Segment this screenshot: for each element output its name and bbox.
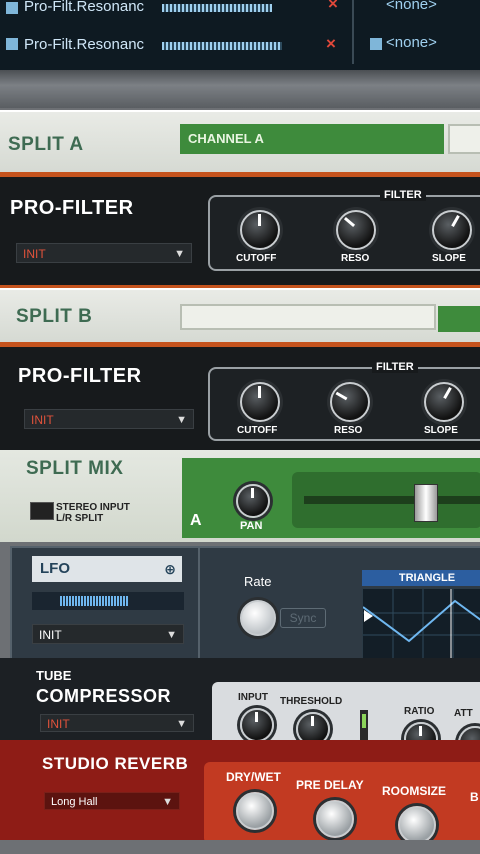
split-mix-title: SPLIT MIX (26, 458, 124, 479)
preset-name: INIT (39, 628, 62, 642)
knob-label: SLOPE (432, 253, 466, 264)
cutoff-knob[interactable] (240, 210, 280, 250)
attack-label: ATT (454, 708, 473, 719)
dry-wet-label: DRY/WET (226, 770, 281, 784)
pan-label: PAN (240, 520, 263, 532)
rack-bottom (0, 840, 480, 854)
sync-button[interactable]: Sync (280, 608, 326, 628)
pre-delay-knob[interactable] (316, 800, 354, 838)
pan-knob[interactable] (236, 484, 270, 518)
waveform-label: TRIANGLE (362, 570, 480, 586)
slope-knob[interactable] (432, 210, 472, 250)
input-knob[interactable] (240, 708, 274, 742)
knob-label: RESO (341, 253, 370, 264)
roomsize-label: ROOMSIZE (382, 784, 447, 798)
reverb-title: STUDIO REVERB (42, 754, 189, 773)
amount-slider[interactable] (162, 42, 282, 50)
dropdown-arrow-icon: ▼ (162, 796, 173, 808)
target-select[interactable]: <none> (386, 34, 437, 51)
pro-filter-panel: PRO-FILTER INIT ▼ FILTER CUTOFF RESO SLO… (0, 172, 480, 290)
waveform-display (362, 588, 480, 660)
divider (198, 548, 200, 660)
ratio-label: RATIO (404, 706, 435, 717)
input-label: INPUT (238, 692, 268, 703)
channel-b-bar[interactable] (438, 306, 480, 332)
remove-icon[interactable]: × (328, 0, 338, 14)
mapping-row[interactable]: Pro-Filt.Resonanc × <none> (0, 32, 480, 56)
checkbox[interactable] (6, 38, 18, 50)
slider-fill (60, 596, 128, 606)
remove-icon[interactable]: × (326, 34, 336, 54)
mix-slider-groove (304, 496, 480, 504)
rate-knob[interactable] (240, 600, 276, 636)
play-icon[interactable] (364, 610, 373, 622)
roomsize-knob[interactable] (398, 806, 436, 844)
compressor-title-1: TUBE (36, 668, 72, 683)
split-a-panel: SPLIT A CHANNEL A (0, 110, 480, 174)
checkbox[interactable] (6, 2, 18, 14)
stereo-split-toggle[interactable] (30, 502, 54, 520)
split-b-title: SPLIT B (16, 306, 93, 327)
filter-section-label: FILTER (372, 361, 418, 373)
cutoff-knob[interactable] (240, 382, 280, 422)
pro-filter-title: PRO-FILTER (10, 197, 134, 219)
preset-name: INIT (31, 413, 54, 427)
channel-a-bar[interactable] (180, 304, 436, 330)
mapping-row[interactable]: Pro-Filt.Resonanc × <none> (0, 0, 480, 20)
move-icon[interactable]: ⊕ (164, 556, 176, 582)
channel-a-bar[interactable]: CHANNEL A (180, 124, 444, 154)
target-select[interactable]: <none> (386, 0, 437, 13)
lfo-panel: LFO ⊕ INIT ▼ Rate Sync TRIANGLE (10, 546, 480, 662)
pro-filter-title: PRO-FILTER (18, 365, 142, 387)
channel-label: A (190, 512, 202, 529)
lfo-preset-select[interactable]: INIT ▼ (32, 624, 184, 644)
target-checkbox[interactable] (370, 38, 382, 50)
lfo-amount-slider[interactable] (32, 592, 184, 610)
compressor-title-2: COMPRESSOR (36, 686, 172, 706)
split-b-panel: SPLIT B (0, 288, 480, 344)
dropdown-arrow-icon: ▼ (176, 414, 187, 426)
split-a-title: SPLIT A (8, 134, 84, 155)
dropdown-arrow-icon: ▼ (174, 248, 185, 260)
waveform-graph (362, 589, 480, 659)
knob-label: RESO (334, 425, 363, 436)
preset-select[interactable]: INIT ▼ (40, 714, 194, 732)
knob-label: CUTOFF (236, 253, 277, 264)
preset-select[interactable]: INIT ▼ (16, 243, 192, 263)
split-mix-panel: SPLIT MIX STEREO INPUT L/R SPLIT A PAN (0, 450, 480, 542)
reso-knob[interactable] (336, 210, 376, 250)
pre-delay-label: PRE DELAY (296, 778, 364, 792)
lfo-title: LFO (40, 560, 70, 577)
mix-slider-handle[interactable] (414, 484, 438, 522)
filter-section-label: FILTER (380, 189, 426, 201)
slope-knob[interactable] (424, 382, 464, 422)
stereo-split-label: STEREO INPUT L/R SPLIT (56, 502, 130, 524)
dry-wet-knob[interactable] (236, 792, 274, 830)
lfo-title-box: LFO ⊕ (32, 556, 182, 582)
compressor-panel: TUBE COMPRESSOR INIT ▼ INPUT THRESHOLD R… (0, 658, 480, 760)
threshold-label: THRESHOLD (280, 696, 343, 707)
dropdown-arrow-icon: ▼ (176, 718, 187, 730)
param-name: Pro-Filt.Resonanc (24, 0, 145, 15)
knob-label: SLOPE (424, 425, 458, 436)
preset-name: Long Hall (51, 796, 98, 808)
param-name: Pro-Filt.Resonanc (24, 36, 145, 53)
rack-rail (0, 70, 480, 108)
divider (352, 0, 354, 64)
reverb-panel: STUDIO REVERB Long Hall ▼ DRY/WET PRE DE… (0, 740, 480, 844)
preset-name: INIT (47, 717, 70, 731)
preset-name: INIT (23, 247, 46, 261)
pro-filter-panel: PRO-FILTER INIT ▼ FILTER CUTOFF RESO SLO… (0, 342, 480, 460)
mapping-strip: Pro-Filt.Resonanc × <none> Pro-Filt.Reso… (0, 0, 480, 70)
reso-knob[interactable] (330, 382, 370, 422)
channel-b-bar[interactable] (448, 124, 480, 154)
knob-label: CUTOFF (237, 425, 278, 436)
preset-select[interactable]: INIT ▼ (24, 409, 194, 429)
preset-select[interactable]: Long Hall ▼ (44, 792, 180, 810)
rate-label: Rate (244, 574, 272, 589)
dropdown-arrow-icon: ▼ (166, 629, 177, 641)
amount-slider[interactable] (162, 4, 272, 12)
reverb-extra-label: B (470, 790, 479, 804)
